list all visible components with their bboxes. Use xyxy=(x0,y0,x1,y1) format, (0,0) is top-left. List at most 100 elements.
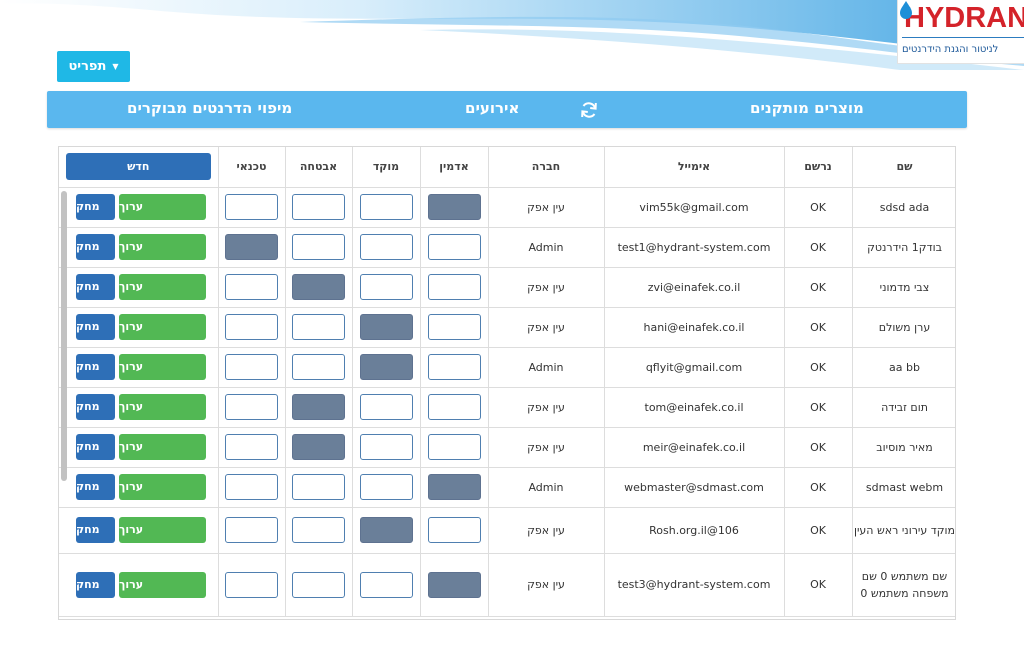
header-name: שם xyxy=(852,147,955,188)
admin-checkbox[interactable] xyxy=(427,474,481,500)
cell-company: עין אפק xyxy=(488,187,605,228)
cell-admin xyxy=(420,347,489,388)
delete-button[interactable]: מחק xyxy=(76,394,115,420)
admin-checkbox[interactable] xyxy=(427,434,481,460)
delete-button[interactable]: מחק xyxy=(76,274,115,300)
cell-name: צבי מדמוני xyxy=(852,267,955,308)
cell-registered: OK xyxy=(784,227,853,268)
row-actions: מחק ערוך xyxy=(59,227,219,268)
cell-registered: OK xyxy=(784,267,853,308)
technician-checkbox[interactable] xyxy=(225,274,278,300)
menu-button-label: תפריט xyxy=(68,59,107,74)
delete-button[interactable]: מחק xyxy=(76,234,115,260)
cell-email: vim55k@gmail.com xyxy=(604,187,785,228)
hub-checkbox[interactable] xyxy=(359,354,413,380)
technician-checkbox[interactable] xyxy=(225,194,278,220)
cell-technician xyxy=(218,187,286,228)
delete-button[interactable]: מחק xyxy=(76,354,115,380)
edit-button[interactable]: ערוך xyxy=(119,571,206,598)
cell-email: hani@einafek.co.il xyxy=(604,307,785,348)
cell-hub xyxy=(352,387,421,428)
edit-button[interactable]: ערוך xyxy=(119,194,206,220)
hub-checkbox[interactable] xyxy=(359,314,413,340)
admin-checkbox[interactable] xyxy=(427,394,481,420)
cell-email: meir@einafek.co.il xyxy=(604,427,785,468)
technician-checkbox[interactable] xyxy=(225,314,278,340)
technician-checkbox[interactable] xyxy=(225,474,278,500)
cell-company: עין אפק xyxy=(488,387,605,428)
edit-button[interactable]: ערוך xyxy=(119,354,206,380)
technician-checkbox[interactable] xyxy=(225,517,278,543)
edit-button[interactable]: ערוך xyxy=(119,234,206,260)
hub-checkbox[interactable] xyxy=(359,394,413,420)
hub-checkbox[interactable] xyxy=(359,434,413,460)
hub-checkbox[interactable] xyxy=(359,571,413,598)
technician-checkbox[interactable] xyxy=(225,234,278,260)
admin-checkbox[interactable] xyxy=(427,354,481,380)
hub-checkbox[interactable] xyxy=(359,474,413,500)
cell-company: Admin xyxy=(488,467,605,508)
delete-button[interactable]: מחק xyxy=(76,194,115,220)
edit-button[interactable]: ערוך xyxy=(119,274,206,300)
cell-company: עין אפק xyxy=(488,267,605,308)
technician-checkbox[interactable] xyxy=(225,394,278,420)
security-checkbox[interactable] xyxy=(292,571,345,598)
menu-button[interactable]: תפריט ▼ xyxy=(57,51,130,82)
cell-technician xyxy=(218,427,286,468)
cell-admin xyxy=(420,187,489,228)
delete-button[interactable]: מחק xyxy=(76,517,115,543)
security-checkbox[interactable] xyxy=(292,234,345,260)
admin-checkbox[interactable] xyxy=(427,314,481,340)
row-actions: מחק ערוך xyxy=(59,387,219,428)
admin-checkbox[interactable] xyxy=(427,194,481,220)
technician-checkbox[interactable] xyxy=(225,434,278,460)
nav-events[interactable]: אירועים xyxy=(465,99,519,117)
hub-checkbox[interactable] xyxy=(359,234,413,260)
hub-checkbox[interactable] xyxy=(359,274,413,300)
technician-checkbox[interactable] xyxy=(225,571,278,598)
users-table: חדש טכנאי אבטחה מוקד אדמין חברה אימייל נ… xyxy=(59,147,955,617)
cell-technician xyxy=(218,307,286,348)
security-checkbox[interactable] xyxy=(292,194,345,220)
hub-checkbox[interactable] xyxy=(359,194,413,220)
edit-button[interactable]: ערוך xyxy=(119,434,206,460)
table-scrollbar[interactable] xyxy=(61,191,67,481)
cell-hub xyxy=(352,187,421,228)
cell-email: tom@einafek.co.il xyxy=(604,387,785,428)
edit-button[interactable]: ערוך xyxy=(119,517,206,543)
security-checkbox[interactable] xyxy=(292,354,345,380)
edit-button[interactable]: ערוך xyxy=(119,394,206,420)
logo-text: HYDRANT xyxy=(904,2,1024,34)
admin-checkbox[interactable] xyxy=(427,234,481,260)
table-row: מחק ערוך עין אפק meir@einafek.co.il OK מאיר מ… xyxy=(59,427,955,468)
new-user-button[interactable]: חדש xyxy=(65,153,211,181)
delete-button[interactable]: מחק xyxy=(76,434,115,460)
security-checkbox[interactable] xyxy=(292,394,345,420)
nav-hydrant-map[interactable]: מיפוי הדרנטים מבוקרים xyxy=(127,99,292,117)
cell-registered: OK xyxy=(784,507,853,554)
edit-button[interactable]: ערוך xyxy=(119,474,206,500)
delete-button[interactable]: מחק xyxy=(76,474,115,500)
delete-button[interactable]: מחק xyxy=(76,314,115,340)
cell-registered: OK xyxy=(784,427,853,468)
admin-checkbox[interactable] xyxy=(427,571,481,598)
cell-hub xyxy=(352,227,421,268)
refresh-icon[interactable] xyxy=(579,100,599,120)
cell-technician xyxy=(218,467,286,508)
logo[interactable]: HYDRANT לניטור והגנת הידרנטים xyxy=(897,0,1024,64)
security-checkbox[interactable] xyxy=(292,474,345,500)
security-checkbox[interactable] xyxy=(292,314,345,340)
delete-button[interactable]: מחק xyxy=(76,571,115,598)
admin-checkbox[interactable] xyxy=(427,274,481,300)
cell-hub xyxy=(352,427,421,468)
cell-admin xyxy=(420,553,489,617)
admin-checkbox[interactable] xyxy=(427,517,481,543)
hub-checkbox[interactable] xyxy=(359,517,413,543)
security-checkbox[interactable] xyxy=(292,274,345,300)
security-checkbox[interactable] xyxy=(292,434,345,460)
nav-installed-products[interactable]: מוצרים מותקנים xyxy=(750,99,864,117)
edit-button[interactable]: ערוך xyxy=(119,314,206,340)
security-checkbox[interactable] xyxy=(292,517,345,543)
table-row: מחק ערוך עין אפק zvi@einafek.co.il OK צבי מדמ… xyxy=(59,267,955,308)
technician-checkbox[interactable] xyxy=(225,354,278,380)
